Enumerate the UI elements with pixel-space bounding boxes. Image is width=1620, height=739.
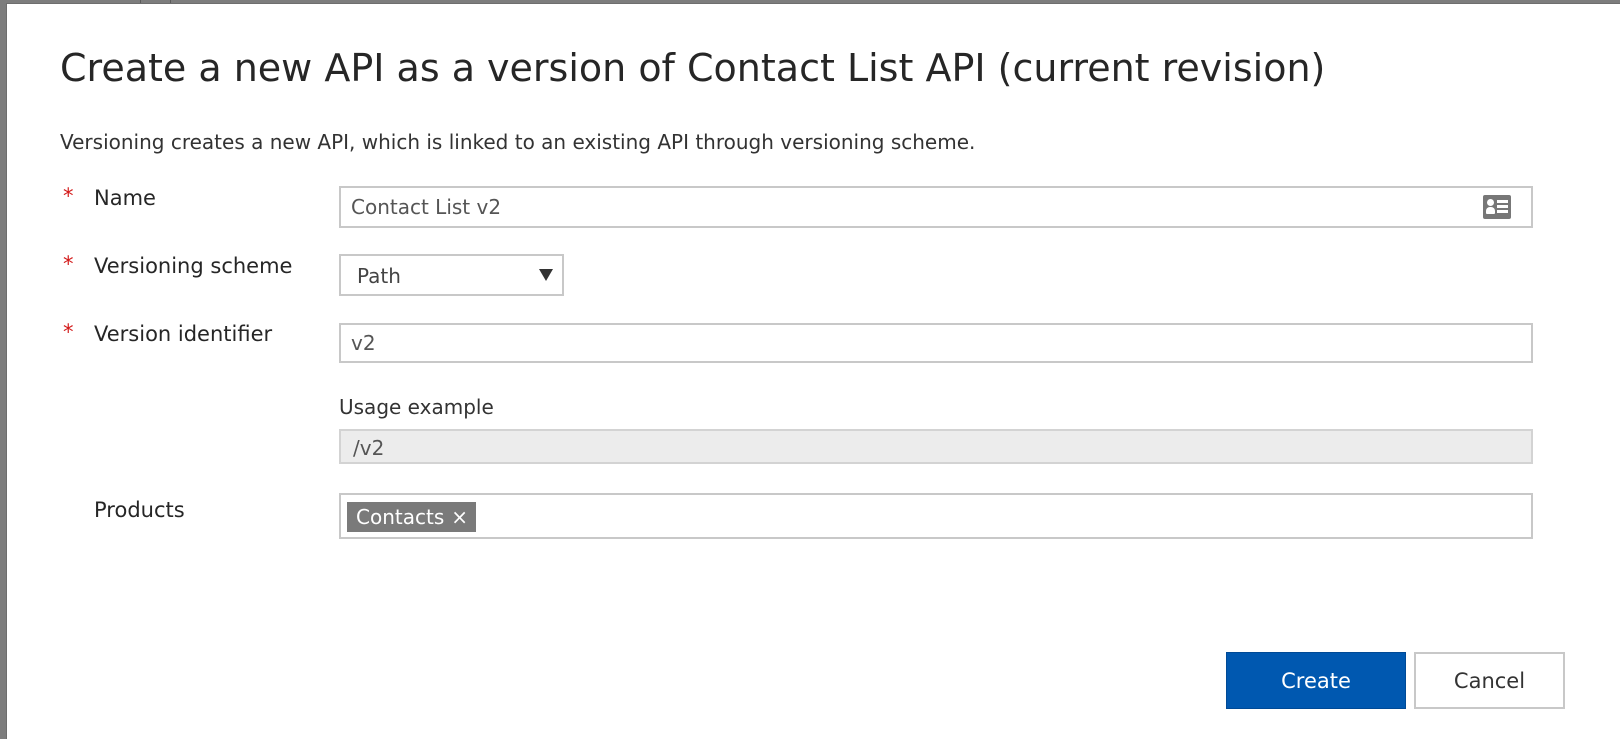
name-field[interactable] bbox=[339, 186, 1533, 228]
required-marker: * bbox=[63, 184, 74, 208]
dialog-title: Create a new API as a version of Contact… bbox=[60, 46, 1326, 90]
create-button[interactable]: Create bbox=[1226, 652, 1406, 709]
close-icon[interactable]: × bbox=[451, 502, 468, 532]
usage-example-value: /v2 bbox=[353, 436, 385, 460]
name-input[interactable] bbox=[341, 188, 1471, 226]
version-identifier-label: Version identifier bbox=[94, 322, 273, 346]
products-label: Products bbox=[94, 498, 185, 522]
contact-card-icon[interactable] bbox=[1483, 195, 1511, 219]
required-marker: * bbox=[63, 320, 74, 344]
version-identifier-input[interactable] bbox=[341, 325, 1471, 361]
cancel-button[interactable]: Cancel bbox=[1414, 652, 1565, 709]
chevron-down-icon bbox=[539, 269, 553, 281]
versioning-scheme-label: Versioning scheme bbox=[94, 254, 293, 278]
version-identifier-field[interactable] bbox=[339, 323, 1533, 363]
product-tag-label: Contacts bbox=[356, 505, 445, 529]
product-tag: Contacts × bbox=[347, 502, 476, 532]
usage-example-box: /v2 bbox=[339, 429, 1533, 464]
versioning-scheme-select[interactable]: Path bbox=[339, 254, 564, 296]
required-marker: * bbox=[63, 252, 74, 276]
name-label: Name bbox=[94, 186, 156, 210]
create-version-dialog: Create a new API as a version of Contact… bbox=[6, 3, 1620, 739]
dialog-description: Versioning creates a new API, which is l… bbox=[60, 130, 976, 154]
versioning-scheme-value: Path bbox=[357, 264, 401, 288]
products-field[interactable]: Contacts × bbox=[339, 493, 1533, 539]
usage-example-label: Usage example bbox=[339, 395, 494, 419]
